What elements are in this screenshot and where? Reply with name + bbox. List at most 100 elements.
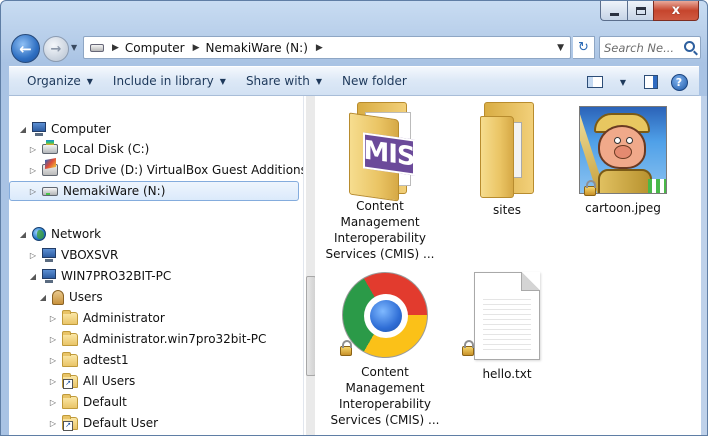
help-button[interactable]: ? [665,70,693,94]
collapse-icon[interactable]: ◢ [17,125,29,134]
folder-icon [62,309,78,325]
tree-item-network[interactable]: ◢ Network [17,224,101,244]
expand-icon[interactable]: ▷ [27,187,39,196]
tree-item-win7pro32bit-pc[interactable]: ◢ WIN7PRO32BIT-PC [27,266,171,286]
network-drive-icon [42,186,58,196]
text-document-icon [474,272,540,360]
share-with-label: Share with [245,74,310,88]
chrome-icon [342,272,428,358]
expand-icon[interactable]: ▷ [47,377,59,386]
tree-label: Default User [83,416,159,430]
navigation-row: ← → ▼ ▶ Computer ▶ NemakiWare (N:) ▶ ▼ ↻ [9,31,701,65]
search-icon[interactable] [684,41,695,52]
expand-icon[interactable]: ▷ [47,335,59,344]
tree-item-all-users[interactable]: ▷ All Users [47,371,135,391]
tree-label: Administrator [83,311,165,325]
command-bar: Organize ▼ Include in library ▼ Share with… [9,66,699,96]
expand-icon[interactable]: ▷ [47,314,59,323]
caption-buttons: x [600,1,699,21]
file-item-hello-txt[interactable]: hello.txt [452,272,562,382]
tree-item-cd-drive[interactable]: ▷ CD Drive (D:) VirtualBox Guest Additio… [27,160,303,180]
new-folder-button[interactable]: New folder [332,68,417,94]
search-input[interactable] [604,39,680,56]
tree-label: Computer [51,122,111,136]
refresh-icon: ↻ [578,40,589,55]
computer-icon [42,269,56,283]
file-list: MIS Content Management Interoperability … [315,96,701,435]
folder-icon [62,351,78,367]
maximize-icon [635,6,646,15]
refresh-button[interactable]: ↻ [573,36,595,59]
expand-icon[interactable]: ▷ [47,398,59,407]
folder-shortcut-icon [62,414,78,431]
chevron-down-icon: ▼ [86,76,93,86]
view-controls: ▼ ? [581,70,693,94]
chevron-right-icon[interactable]: ▶ [193,43,200,53]
minimize-icon [609,12,619,16]
back-arrow-icon: ← [19,39,32,58]
file-item-cmis-chrome[interactable]: Content Management Interoperability Serv… [330,272,440,428]
collapse-icon[interactable]: ◢ [17,230,29,239]
address-bar[interactable]: ▶ Computer ▶ NemakiWare (N:) ▶ ▼ [83,36,571,59]
computer-icon [42,248,56,262]
minimize-button[interactable] [600,1,627,21]
expand-icon[interactable]: ▷ [27,145,39,154]
tree-item-local-disk[interactable]: ▷ Local Disk (C:) [27,139,149,159]
tree-item-computer[interactable]: ◢ Computer [17,119,111,139]
include-in-library-button[interactable]: Include in library ▼ [103,68,236,94]
tree-item-administrator-pc[interactable]: ▷ Administrator.win7pro32bit-PC [47,329,266,349]
search-box[interactable] [599,36,701,59]
network-icon [32,227,46,241]
file-item-cartoon-jpeg[interactable]: cartoon.jpeg [568,106,678,216]
breadcrumb-computer[interactable]: Computer [125,41,185,55]
file-item-sites[interactable]: sites [452,102,562,218]
expand-icon[interactable]: ▷ [47,419,59,428]
navigation-pane: ◢ Computer ▷ Local Disk (C:) ▷ CD Drive … [9,96,303,435]
preview-pane-button[interactable] [637,70,665,94]
forward-arrow-icon: → [50,41,62,57]
file-item-cmis-folder[interactable]: MIS Content Management Interoperability … [325,102,435,262]
explorer-window: x ← → ▼ ▶ Computer ▶ NemakiWare (N:) ▶ ▼… [0,0,708,436]
tree-item-users[interactable]: ◢ Users [37,287,103,307]
tree-label: CD Drive (D:) VirtualBox Guest Additions [63,163,303,177]
expand-icon[interactable]: ▷ [27,251,39,260]
folder-icon [472,102,542,198]
change-view-button[interactable] [581,70,609,94]
window-edge [701,96,707,435]
expand-icon[interactable]: ▷ [47,356,59,365]
tree-label: Network [51,227,102,241]
pane-splitter[interactable] [303,96,316,435]
back-button[interactable]: ← [11,34,40,63]
tree-item-administrator[interactable]: ▷ Administrator [47,308,165,328]
close-button[interactable]: x [653,1,699,21]
folder-shortcut-icon [62,372,78,389]
new-folder-label: New folder [342,74,407,88]
tree-item-default[interactable]: ▷ Default [47,392,127,412]
chevron-right-icon[interactable]: ▶ [316,43,323,53]
tree-item-vboxsvr[interactable]: ▷ VBOXSVR [27,245,118,265]
tree-label: NemakiWare (N:) [63,184,166,198]
share-with-button[interactable]: Share with ▼ [236,68,332,94]
collapse-icon[interactable]: ◢ [37,293,49,302]
tree-label: adtest1 [83,353,129,367]
breadcrumb-nemakiware[interactable]: NemakiWare (N:) [206,41,308,55]
maximize-button[interactable] [627,1,653,21]
organize-button[interactable]: Organize ▼ [9,68,103,94]
history-dropdown-icon[interactable]: ▼ [71,43,77,52]
tree-item-default-user[interactable]: ▷ Default User [47,413,158,433]
more-views-button[interactable]: ▼ [609,70,637,94]
collapse-icon[interactable]: ◢ [27,272,39,281]
address-dropdown-icon[interactable]: ▼ [557,43,564,53]
file-label: sites [493,203,521,217]
file-label: Content Management Interoperability Serv… [330,365,440,427]
forward-button[interactable]: → [43,36,69,62]
tree-label: VBOXSVR [61,248,119,262]
tree-item-adtest1[interactable]: ▷ adtest1 [47,350,129,370]
lock-icon [462,340,474,356]
local-disk-icon [42,140,58,154]
tree-label: Users [69,290,103,304]
tree-item-nemakiware[interactable]: ▷ NemakiWare (N:) [9,181,299,201]
folder-icon [62,393,78,409]
chevron-right-icon[interactable]: ▶ [112,43,119,53]
expand-icon[interactable]: ▷ [27,166,39,175]
